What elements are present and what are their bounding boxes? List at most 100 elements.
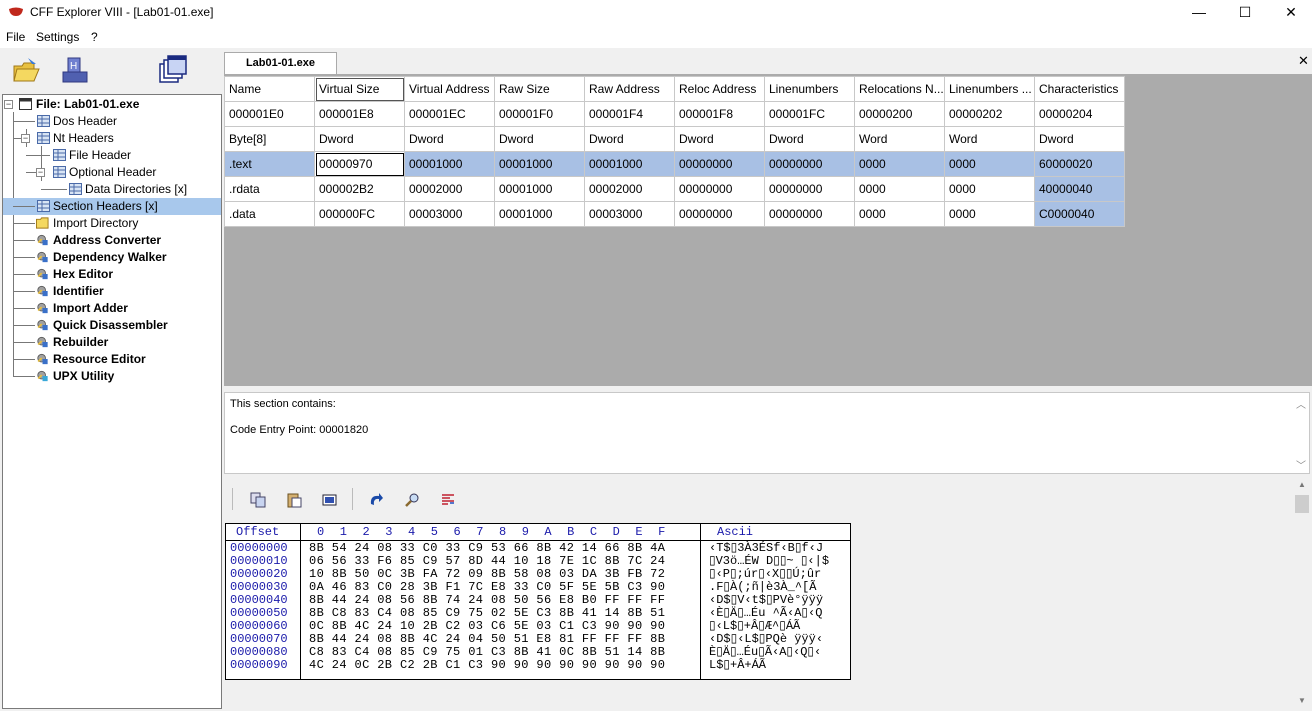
table-cell[interactable]: 00001000: [584, 151, 675, 177]
search-icon[interactable]: [404, 492, 420, 508]
type-cell[interactable]: Word: [944, 126, 1035, 152]
type-cell[interactable]: Dword: [764, 126, 855, 152]
column-header[interactable]: Relocations N...: [854, 76, 945, 102]
collapse-toggle[interactable]: −: [21, 134, 30, 143]
tree-item-dos-header[interactable]: Dos Header: [3, 113, 221, 130]
tree-item-import-adder[interactable]: Import Adder: [3, 300, 221, 317]
offset-cell[interactable]: 00000200: [854, 101, 945, 127]
tree-item-optional-header[interactable]: − Optional Header: [3, 164, 221, 181]
table-row-data[interactable]: .data 000000FC 00003000 00001000 0000300…: [224, 201, 1125, 227]
table-cell[interactable]: 0000: [944, 176, 1035, 202]
scroll-up-icon[interactable]: ▲: [1298, 480, 1306, 489]
tree-item-upx-utility[interactable]: UPX Utility: [3, 368, 221, 385]
ascii-row[interactable]: L$▯+Â+ÁÃ: [709, 659, 766, 672]
collapse-toggle[interactable]: −: [36, 168, 45, 177]
table-cell[interactable]: .rdata: [224, 176, 315, 202]
type-cell[interactable]: Byte[8]: [224, 126, 315, 152]
menu-help[interactable]: ?: [91, 30, 98, 44]
collapse-toggle[interactable]: −: [4, 100, 13, 109]
tree-item-address-converter[interactable]: Address Converter: [3, 232, 221, 249]
offset-cell[interactable]: 000001F4: [584, 101, 675, 127]
tree-item-rebuilder[interactable]: Rebuilder: [3, 334, 221, 351]
scroll-up-icon[interactable]: ︿: [1296, 396, 1306, 411]
table-row-text[interactable]: .text 00000970 00001000 00001000 0000100…: [224, 151, 1125, 177]
scroll-thumb[interactable]: [1295, 495, 1309, 513]
table-cell[interactable]: 00002000: [404, 176, 495, 202]
save-disk-icon[interactable]: H: [60, 54, 90, 86]
open-folder-icon[interactable]: [12, 54, 42, 86]
tree-item-resource-editor[interactable]: Resource Editor: [3, 351, 221, 368]
offset-cell[interactable]: 000001F8: [674, 101, 765, 127]
close-tab-icon[interactable]: ✕: [1298, 53, 1309, 69]
table-cell[interactable]: 0000: [854, 201, 945, 227]
table-row-rdata[interactable]: .rdata 000002B2 00002000 00001000 000020…: [224, 176, 1125, 202]
menu-settings[interactable]: Settings: [36, 30, 79, 44]
table-cell[interactable]: 00000000: [764, 151, 855, 177]
tree-item-hex-editor[interactable]: Hex Editor: [3, 266, 221, 283]
tree-item-section-headers[interactable]: Section Headers [x]: [3, 198, 221, 215]
column-header[interactable]: Characteristics: [1034, 76, 1125, 102]
column-header[interactable]: Raw Address: [584, 76, 675, 102]
tree-item-file[interactable]: − File: Lab01-01.exe: [3, 96, 221, 113]
table-cell[interactable]: 00000000: [674, 151, 765, 177]
column-header[interactable]: Linenumbers: [764, 76, 855, 102]
table-cell[interactable]: 00000000: [674, 176, 765, 202]
offset-cell[interactable]: 000001EC: [404, 101, 495, 127]
tree-item-data-directories[interactable]: Data Directories [x]: [3, 181, 221, 198]
hex-scrollbar[interactable]: ▲ ▼: [1294, 478, 1310, 711]
tab-lab01-01[interactable]: Lab01-01.exe: [224, 52, 337, 74]
type-cell[interactable]: Dword: [494, 126, 585, 152]
close-button[interactable]: ✕: [1268, 0, 1312, 26]
offset-cell[interactable]: 000001E0: [224, 101, 315, 127]
tree-item-nt-headers[interactable]: − Nt Headers: [3, 130, 221, 147]
goto-icon[interactable]: [368, 492, 384, 508]
select-block-icon[interactable]: [322, 492, 338, 508]
tree-item-file-header[interactable]: File Header: [3, 147, 221, 164]
table-cell[interactable]: 00000000: [764, 176, 855, 202]
table-cell[interactable]: 0000: [944, 201, 1035, 227]
offset-cell[interactable]: 000001E8: [314, 101, 405, 127]
table-cell[interactable]: .data: [224, 201, 315, 227]
hex-dump[interactable]: Offset 0 1 2 3 4 5 6 7 8 9 A B C D E F A…: [225, 523, 851, 680]
scroll-down-icon[interactable]: ﹀: [1296, 457, 1306, 472]
table-cell[interactable]: C0000040: [1034, 201, 1125, 227]
table-cell[interactable]: 000002B2: [314, 176, 405, 202]
tree-item-quick-disassembler[interactable]: Quick Disassembler: [3, 317, 221, 334]
table-cell[interactable]: 00001000: [494, 151, 585, 177]
table-cell[interactable]: 00003000: [584, 201, 675, 227]
table-cell[interactable]: 00001000: [404, 151, 495, 177]
hex-format-icon[interactable]: [440, 492, 456, 508]
table-cell[interactable]: 00000970: [314, 151, 405, 177]
offset-cell[interactable]: 00000202: [944, 101, 1035, 127]
menu-file[interactable]: File: [6, 30, 25, 44]
table-cell[interactable]: 00002000: [584, 176, 675, 202]
windows-icon[interactable]: [158, 54, 188, 86]
table-cell[interactable]: 0000: [854, 151, 945, 177]
table-cell[interactable]: 40000040: [1034, 176, 1125, 202]
type-cell[interactable]: Dword: [1034, 126, 1125, 152]
column-header[interactable]: Raw Size: [494, 76, 585, 102]
copy-icon[interactable]: [250, 492, 266, 508]
column-header[interactable]: Reloc Address: [674, 76, 765, 102]
table-cell[interactable]: 00001000: [494, 201, 585, 227]
table-cell[interactable]: 000000FC: [314, 201, 405, 227]
section-info-panel[interactable]: This section contains: Code Entry Point:…: [224, 392, 1310, 474]
paste-icon[interactable]: [286, 492, 302, 508]
table-cell[interactable]: .text: [224, 151, 315, 177]
table-cell[interactable]: 00003000: [404, 201, 495, 227]
column-header[interactable]: Virtual Address: [404, 76, 495, 102]
column-header[interactable]: Name: [224, 76, 315, 102]
offset-cell[interactable]: 00000204: [1034, 101, 1125, 127]
tree-item-import-directory[interactable]: Import Directory: [3, 215, 221, 232]
table-cell[interactable]: 00001000: [494, 176, 585, 202]
byte-row[interactable]: 4C 24 0C 2B C2 2B C1 C3 90 90 90 90 90 9…: [309, 659, 665, 672]
tree-item-identifier[interactable]: Identifier: [3, 283, 221, 300]
type-cell[interactable]: Word: [854, 126, 945, 152]
type-cell[interactable]: Dword: [674, 126, 765, 152]
type-cell[interactable]: Dword: [404, 126, 495, 152]
table-cell[interactable]: 00000000: [674, 201, 765, 227]
offset-cell[interactable]: 000001F0: [494, 101, 585, 127]
table-cell[interactable]: 00000000: [764, 201, 855, 227]
offset-cell[interactable]: 000001FC: [764, 101, 855, 127]
column-header[interactable]: Linenumbers ...: [944, 76, 1035, 102]
